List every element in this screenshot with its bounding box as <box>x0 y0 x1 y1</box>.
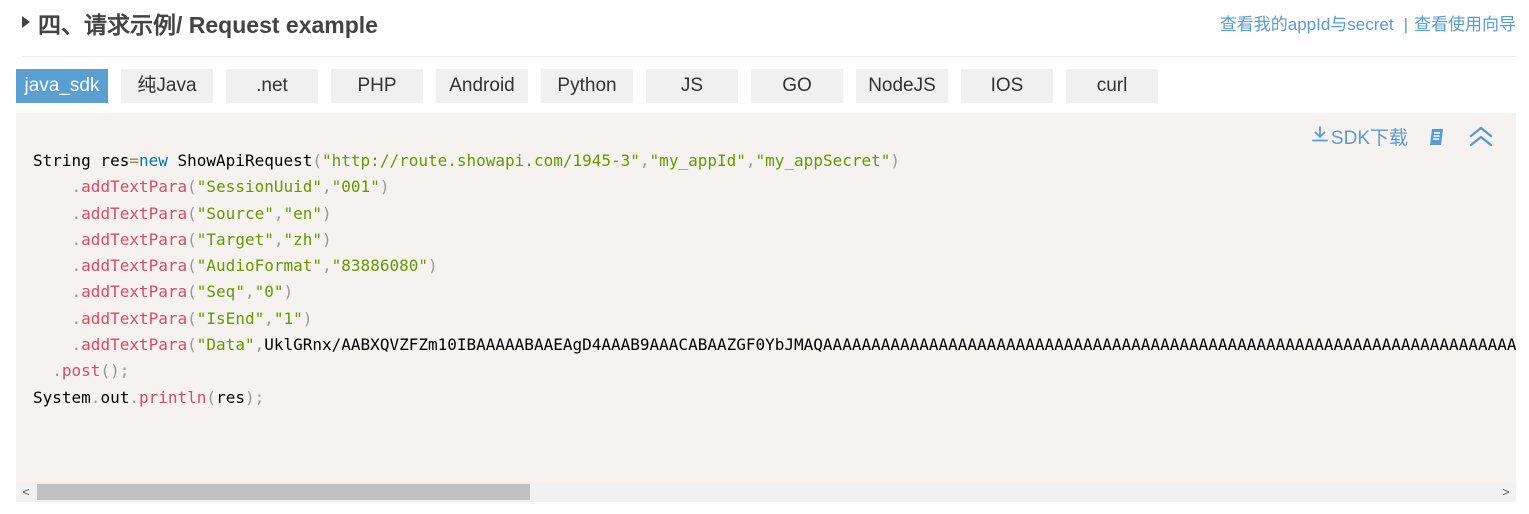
horizontal-scrollbar[interactable]: < > <box>16 482 1516 502</box>
tab-pure-java[interactable]: 纯Java <box>121 69 213 103</box>
section-header: 四、请求示例/ Request example 查看我的appId与secret… <box>22 0 1516 57</box>
panel-toolbar: SDK下载 <box>1311 123 1494 150</box>
copy-icon[interactable] <box>1426 126 1448 148</box>
link-separator: | <box>1403 15 1408 34</box>
tab-nodejs[interactable]: NodeJS <box>856 69 948 103</box>
section-title: 四、请求示例/ Request example <box>38 12 378 38</box>
code-line: .addTextPara("Seq","0") <box>71 282 294 302</box>
tab-ios[interactable]: IOS <box>961 69 1053 103</box>
tab-php[interactable]: PHP <box>331 69 423 103</box>
scroll-left-arrow-icon[interactable]: < <box>16 482 36 502</box>
code-line: .addTextPara("SessionUuid","001") <box>71 177 390 197</box>
tab-android[interactable]: Android <box>436 69 528 103</box>
sdk-download-button[interactable]: SDK下载 <box>1311 123 1408 150</box>
code-line: String res=new ShowApiRequest("http://ro… <box>33 151 901 170</box>
view-guide-link[interactable]: 查看使用向导 <box>1414 15 1516 34</box>
view-appid-link[interactable]: 查看我的appId与secret <box>1220 15 1394 34</box>
code-line: .addTextPara("AudioFormat","83886080") <box>71 256 438 276</box>
language-tabs: java_sdk 纯Java .net PHP Android Python J… <box>16 69 1171 103</box>
code-panel: SDK下载 String res=new ShowApiRequest("htt… <box>16 113 1516 502</box>
tab-java-sdk[interactable]: java_sdk <box>16 69 108 103</box>
tab-go[interactable]: GO <box>751 69 843 103</box>
code-line: .addTextPara("Data",UklGRnx/AABXQVZFZm10… <box>71 335 1516 355</box>
scroll-right-arrow-icon[interactable]: > <box>1496 482 1516 502</box>
code-line: .post(); <box>52 361 130 381</box>
code-line: .addTextPara("Source","en") <box>71 203 332 223</box>
tab-python[interactable]: Python <box>541 69 633 103</box>
sdk-download-label: SDK下载 <box>1330 128 1408 149</box>
code-block: String res=new ShowApiRequest("http://ro… <box>33 148 1516 411</box>
tab-curl[interactable]: curl <box>1066 69 1158 103</box>
scrollbar-thumb[interactable] <box>37 484 530 500</box>
download-icon <box>1311 125 1331 149</box>
code-line: .addTextPara("Target","zh") <box>71 229 332 249</box>
header-links: 查看我的appId与secret | 查看使用向导 <box>1220 10 1516 35</box>
collapse-icon[interactable] <box>1468 125 1494 149</box>
tab-js[interactable]: JS <box>646 69 738 103</box>
tab-dotnet[interactable]: .net <box>226 69 318 103</box>
expand-triangle-icon[interactable] <box>22 16 30 28</box>
request-example-section: 四、请求示例/ Request example 查看我的appId与secret… <box>0 0 1529 514</box>
code-line: System.out.println(res); <box>33 387 265 407</box>
code-line: .addTextPara("IsEnd","1") <box>71 308 313 328</box>
